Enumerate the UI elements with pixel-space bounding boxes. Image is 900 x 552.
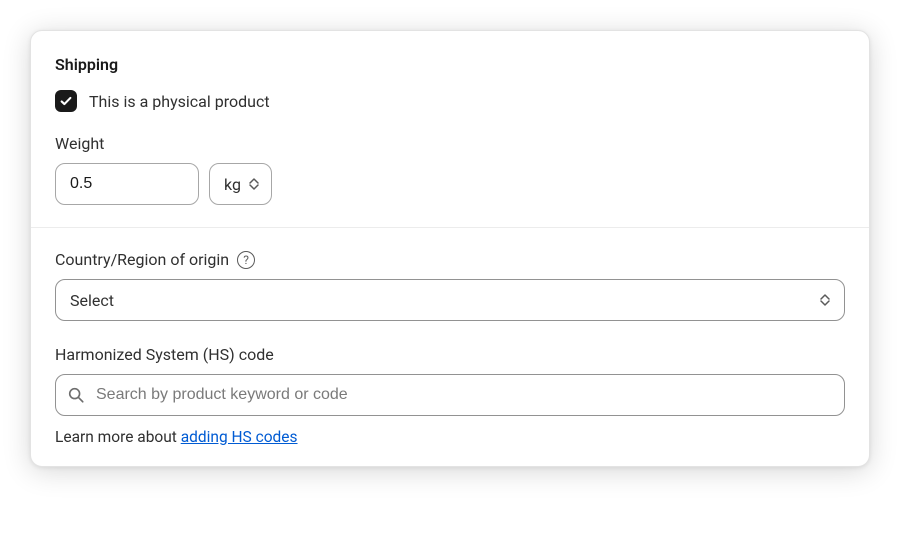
physical-product-label: This is a physical product <box>89 92 270 111</box>
check-icon <box>59 94 73 108</box>
country-select[interactable]: Select <box>55 279 845 321</box>
hs-code-input[interactable] <box>55 374 845 416</box>
divider <box>31 227 869 228</box>
country-select-value: Select <box>70 291 114 310</box>
section-title: Shipping <box>55 55 845 74</box>
physical-product-checkbox[interactable] <box>55 90 77 112</box>
sort-arrows-icon <box>249 178 259 190</box>
sort-arrows-icon <box>820 294 830 306</box>
weight-row: kg <box>55 163 845 205</box>
weight-unit-label: kg <box>224 175 241 194</box>
country-label: Country/Region of origin <box>55 250 229 269</box>
weight-input[interactable] <box>55 163 199 205</box>
hs-learn-more: Learn more about adding HS codes <box>55 428 845 446</box>
country-label-row: Country/Region of origin ? <box>55 250 845 269</box>
hs-learn-text: Learn more about <box>55 428 181 446</box>
weight-unit-select[interactable]: kg <box>209 163 272 205</box>
physical-product-row: This is a physical product <box>55 90 845 112</box>
hs-learn-link[interactable]: adding HS codes <box>181 428 298 446</box>
help-icon[interactable]: ? <box>237 251 255 269</box>
shipping-card: Shipping This is a physical product Weig… <box>30 30 870 467</box>
weight-label: Weight <box>55 134 845 153</box>
hs-label: Harmonized System (HS) code <box>55 345 845 364</box>
hs-input-wrap <box>55 374 845 416</box>
